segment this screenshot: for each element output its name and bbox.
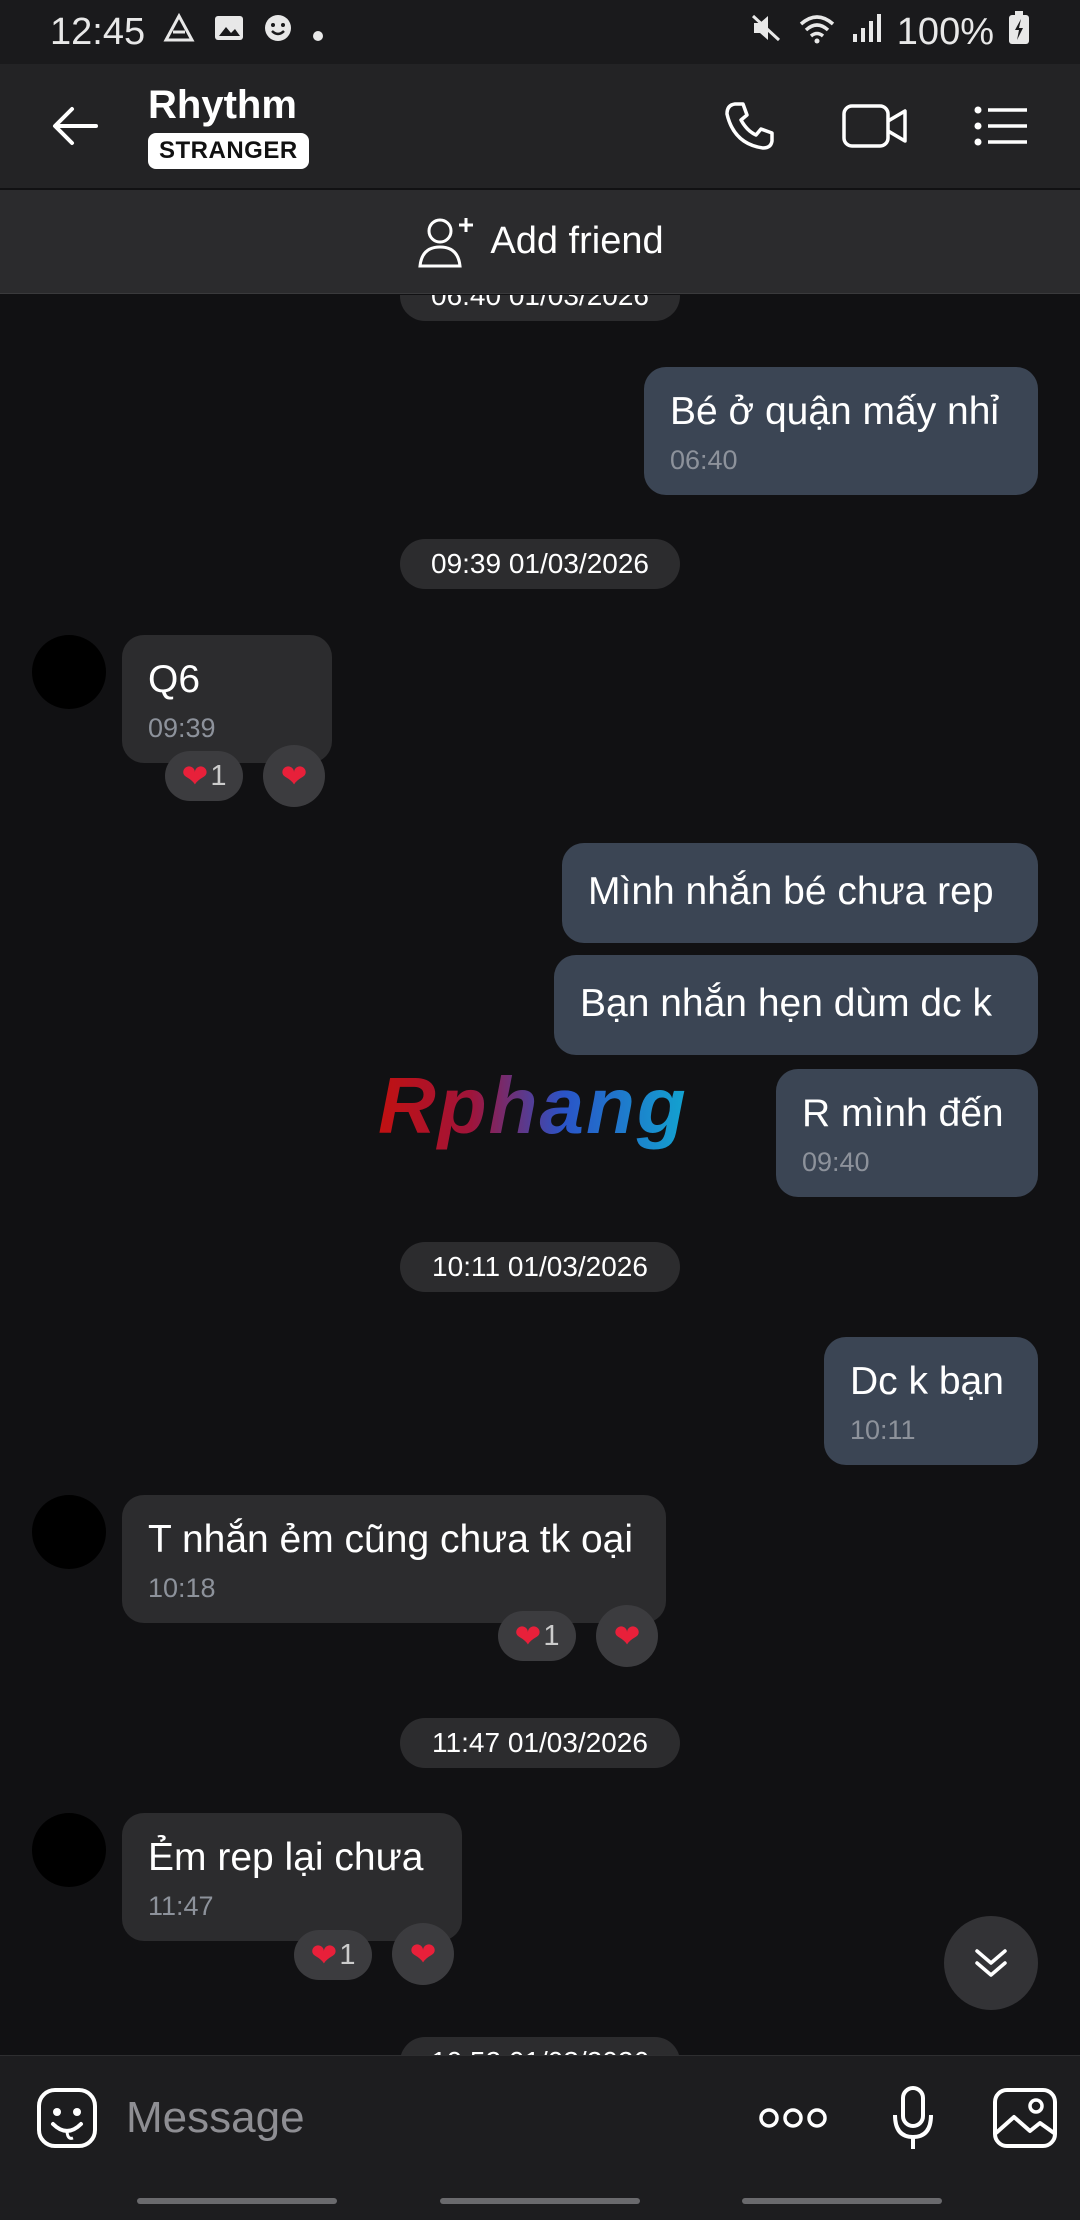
- heart-icon: ❤: [613, 1618, 641, 1654]
- stranger-badge: STRANGER: [148, 133, 309, 169]
- message-time: 10:11: [850, 1415, 916, 1445]
- message-text: Mình nhắn bé chưa rep: [588, 870, 994, 913]
- reaction-number: 1: [210, 759, 227, 792]
- dot-icon: [311, 14, 325, 51]
- wifi-icon: [797, 12, 837, 52]
- add-friend-button[interactable]: Add friend: [0, 190, 1080, 294]
- message-composer: [0, 2055, 1080, 2180]
- emoji-icon: [263, 13, 293, 51]
- message-bubble-incoming[interactable]: T nhắn ẻm cũng chưa tk oại 10:18: [122, 1495, 666, 1623]
- reaction-number: 1: [543, 1619, 560, 1652]
- message-bubble-outgoing[interactable]: R mình đến 09:40: [776, 1069, 1038, 1197]
- gallery-icon: [213, 13, 245, 51]
- heart-icon: ❤: [310, 1937, 338, 1973]
- contact-name: Rhythm: [148, 83, 297, 127]
- date-separator: 09:39 01/03/2026: [400, 539, 680, 589]
- message-bubble-outgoing[interactable]: Mình nhắn bé chưa rep: [562, 843, 1038, 943]
- battery-icon: [1008, 11, 1030, 53]
- reaction-number: 1: [339, 1938, 356, 1971]
- message-text: Ẻm rep lại chưa: [148, 1836, 424, 1879]
- message-bubble-incoming[interactable]: Q6 09:39: [122, 635, 332, 763]
- sticker-icon: [37, 2088, 97, 2148]
- avatar[interactable]: [32, 1495, 106, 1569]
- message-list[interactable]: 06:40 01/03/2026 Bé ở quận mấy nhỉ 06:40…: [0, 295, 1080, 2055]
- message-time: 09:40: [802, 1147, 870, 1177]
- back-button[interactable]: [20, 64, 130, 188]
- heart-icon: ❤: [409, 1936, 437, 1972]
- menu-list-icon: [974, 106, 1027, 146]
- date-separator: 11:47 01/03/2026: [400, 1718, 680, 1768]
- nav-recent-button[interactable]: [137, 2198, 337, 2204]
- phone-icon: [725, 102, 774, 150]
- back-arrow-icon: [53, 107, 98, 145]
- contact-title[interactable]: Rhythm STRANGER: [148, 83, 309, 169]
- status-time: 12:45: [50, 10, 146, 53]
- heart-icon: ❤: [514, 1618, 542, 1654]
- heart-icon: ❤: [280, 758, 308, 794]
- signal-icon: [851, 12, 883, 52]
- send-image-button[interactable]: [983, 2076, 1067, 2160]
- double-chevron-down-icon: [975, 1949, 1007, 1977]
- react-button[interactable]: ❤: [392, 1923, 454, 1985]
- system-nav-bar: [0, 2180, 1080, 2220]
- drive-icon: [163, 12, 195, 51]
- voice-message-button[interactable]: [871, 2076, 955, 2160]
- add-friend-label: Add friend: [490, 220, 664, 262]
- react-button[interactable]: ❤: [596, 1605, 658, 1667]
- heart-icon: ❤: [181, 758, 209, 794]
- reaction-count[interactable]: ❤ 1: [165, 751, 243, 801]
- microphone-icon: [893, 2086, 933, 2149]
- message-bubble-outgoing[interactable]: Bé ở quận mấy nhỉ 06:40: [644, 367, 1038, 495]
- message-text: Dc k bạn: [850, 1360, 1004, 1403]
- message-time: 11:47: [148, 1891, 214, 1921]
- avatar[interactable]: [32, 1813, 106, 1887]
- voice-call-button[interactable]: [704, 81, 794, 171]
- menu-button[interactable]: [956, 81, 1046, 171]
- message-text: Q6: [148, 658, 201, 701]
- message-time: 09:39: [148, 713, 216, 743]
- message-bubble-outgoing[interactable]: Bạn nhắn hẹn dùm dc k: [554, 955, 1038, 1055]
- message-bubble-outgoing[interactable]: Dc k bạn 10:11: [824, 1337, 1038, 1465]
- reaction-count[interactable]: ❤ 1: [498, 1611, 576, 1661]
- message-text: Bé ở quận mấy nhỉ: [670, 390, 1000, 433]
- message-bubble-incoming[interactable]: Ẻm rep lại chưa 11:47: [122, 1813, 462, 1941]
- chat-header: Rhythm STRANGER: [0, 64, 1080, 188]
- react-button[interactable]: ❤: [263, 745, 325, 807]
- video-icon: [842, 104, 907, 148]
- message-input[interactable]: [124, 2092, 703, 2144]
- battery-percent: 100%: [896, 10, 994, 53]
- status-bar: 12:45 100%: [0, 0, 1080, 64]
- nav-home-button[interactable]: [440, 2198, 640, 2204]
- reaction-count[interactable]: ❤ 1: [294, 1930, 372, 1980]
- scroll-to-bottom-button[interactable]: [944, 1916, 1038, 2010]
- watermark-logo: Rphang: [378, 1061, 688, 1150]
- avatar[interactable]: [32, 635, 106, 709]
- date-separator: 10:11 01/03/2026: [400, 1242, 680, 1292]
- more-button[interactable]: [751, 2076, 835, 2160]
- date-separator: 10:52 01/03/2026: [400, 2037, 680, 2055]
- sticker-button[interactable]: [32, 2083, 102, 2153]
- message-time: 10:18: [148, 1573, 216, 1603]
- message-text: R mình đến: [802, 1092, 1004, 1135]
- nav-back-button[interactable]: [742, 2198, 942, 2204]
- date-separator: 06:40 01/03/2026: [400, 295, 680, 321]
- message-text: T nhắn ẻm cũng chưa tk oại: [148, 1518, 634, 1561]
- add-user-icon: [418, 217, 474, 267]
- more-icon: [759, 2108, 827, 2128]
- mute-icon: [749, 12, 783, 52]
- video-call-button[interactable]: [830, 81, 920, 171]
- message-time: 06:40: [670, 445, 738, 475]
- message-text: Bạn nhắn hẹn dùm dc k: [580, 982, 992, 1025]
- image-icon: [993, 2088, 1057, 2148]
